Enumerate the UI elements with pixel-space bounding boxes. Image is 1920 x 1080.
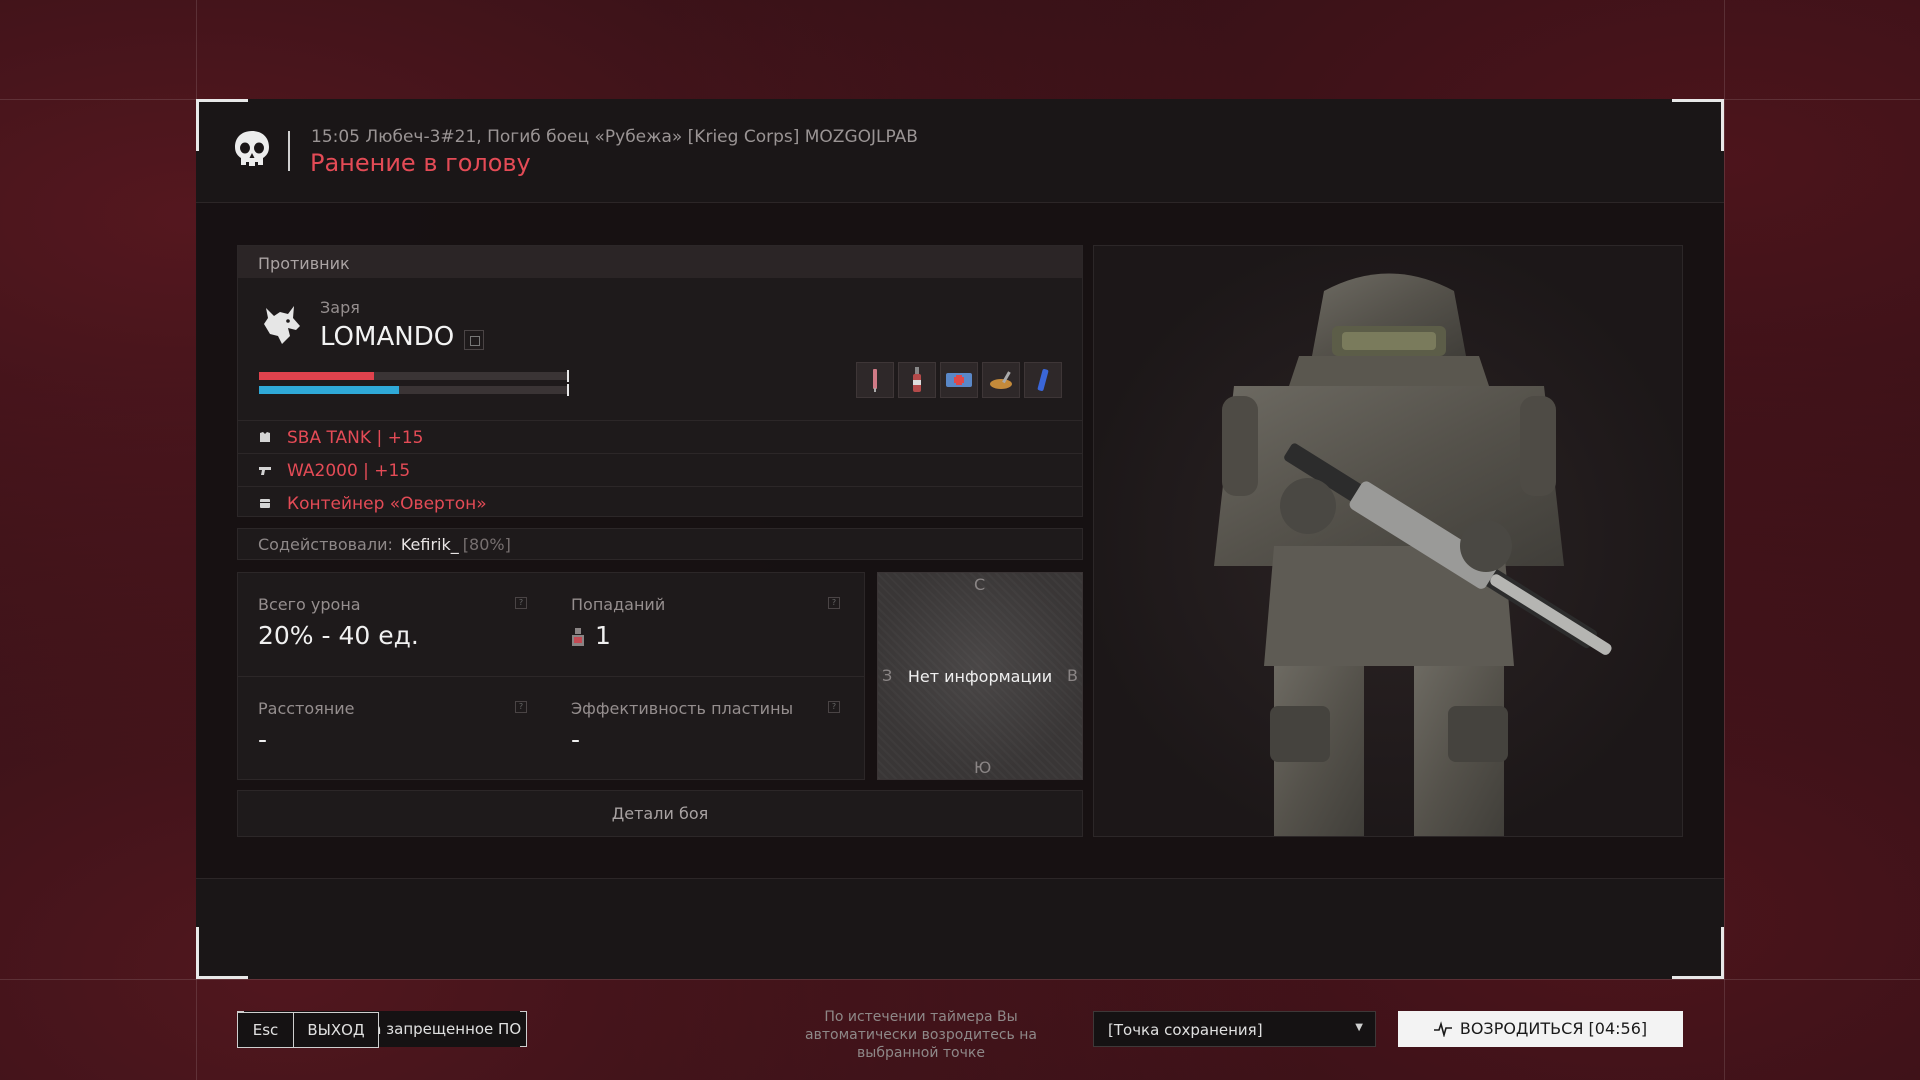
stat-hits-label: Попаданий (571, 595, 666, 614)
enemy-card: Противник Заря LOMANDO SBA TANK | +15 WA… (237, 245, 1083, 517)
pulse-icon (1433, 1021, 1452, 1038)
frame-corner (1672, 927, 1724, 979)
stat-total-damage: Всего урона 20% - 40 ед. ? (238, 573, 551, 676)
respawn-button[interactable]: ВОЗРОДИТЬСЯ [04:56] (1398, 1011, 1683, 1047)
medkit-icon (940, 362, 978, 398)
bg-guide-line (1724, 0, 1725, 1080)
gear-container-label: Контейнер «Овертон» (287, 494, 487, 514)
enemy-section-title: Противник (238, 246, 1082, 278)
rifle-icon (259, 467, 271, 475)
assist-player-name: Kefirik_ (400, 535, 459, 554)
damage-stats: Всего урона 20% - 40 ед. ? Попаданий 1 ?… (237, 572, 865, 780)
chevron-down-icon: ▼ (1355, 1022, 1363, 1033)
respawn-button-label: ВОЗРОДИТЬСЯ [04:56] (1459, 1019, 1648, 1038)
assist-row: Содействовали: Kefirik_ [80%] (237, 528, 1083, 560)
info-icon[interactable]: ? (515, 701, 527, 713)
spawn-point-select[interactable]: [Точка сохранения] ▼ (1093, 1011, 1376, 1047)
stat-distance-value: - (258, 725, 268, 754)
armor-bar-fill (259, 386, 399, 394)
soldier-image (1214, 273, 1612, 836)
health-bar-fill (259, 372, 374, 380)
bg-guide-line (0, 979, 1920, 980)
exit-button[interactable]: ВЫХОД (293, 1012, 379, 1048)
enemy-name: LOMANDO (320, 322, 455, 352)
stimulant-icon (1024, 362, 1062, 398)
stat-hits-value: 1 (595, 621, 611, 650)
enemy-character-model (1093, 245, 1683, 837)
exit-control: Esc ВЫХОД (237, 1012, 379, 1048)
frame-corner (196, 927, 248, 979)
death-cause: Ранение в голову (310, 149, 531, 177)
gear-row-container: Контейнер «Овертон» (238, 486, 1082, 519)
minimap-no-info: Нет информации (907, 667, 1053, 686)
info-icon[interactable]: ? (515, 597, 527, 609)
faction-wolf-icon (264, 306, 300, 344)
gear-armor-label: SBA TANK | +15 (287, 428, 424, 448)
assist-percent: [80%] (462, 535, 511, 554)
food-icon (982, 362, 1020, 398)
enemy-quick-items (856, 362, 1062, 398)
compass-north: С (974, 575, 986, 594)
death-header: 15:05 Любеч-3#21, Погиб боец «Рубежа» [K… (196, 99, 1724, 203)
stat-hits-value-row: 1 (571, 621, 611, 650)
respawn-footer: Пожаловаться на запрещенное ПО По истече… (196, 878, 1724, 1061)
spawn-point-selected: [Точка сохранения] (1108, 1021, 1263, 1039)
gear-weapon-label: WA2000 | +15 (287, 461, 411, 481)
frame-corner (1672, 99, 1724, 151)
stat-hits: Попаданий 1 ? (551, 573, 864, 676)
frame-corner (196, 99, 248, 151)
header-separator (288, 131, 290, 171)
stat-plate-efficiency-label: Эффективность пластины (571, 699, 794, 718)
armor-bar-end (567, 384, 569, 396)
assist-label: Содействовали: (258, 535, 393, 554)
esc-key-hint[interactable]: Esc (237, 1012, 293, 1048)
respawn-timer-note: По истечении таймера Вы автоматически во… (805, 1009, 1037, 1061)
stat-distance: Расстояние - ? (238, 677, 551, 780)
body-hit-icon (572, 628, 584, 646)
armor-icon (260, 432, 270, 442)
death-minimap: С З В Ю Нет информации (877, 572, 1083, 780)
armor-bar (259, 384, 569, 396)
syringe-icon (856, 362, 894, 398)
kill-feed-line: 15:05 Любеч-3#21, Погиб боец «Рубежа» [K… (311, 127, 918, 147)
info-icon[interactable]: ? (828, 597, 840, 609)
info-icon[interactable]: ? (828, 701, 840, 713)
health-bar (259, 370, 569, 382)
battle-details-button[interactable]: Детали боя (237, 790, 1083, 837)
compass-south: Ю (974, 758, 992, 777)
health-bar-end (567, 370, 569, 382)
gear-row-armor: SBA TANK | +15 (238, 420, 1082, 453)
enemy-faction: Заря (320, 298, 360, 317)
stat-plate-efficiency-value: - (571, 725, 581, 754)
stat-plate-efficiency: Эффективность пластины - ? (551, 677, 864, 780)
stat-total-damage-value: 20% - 40 ед. (258, 621, 419, 650)
stat-distance-label: Расстояние (258, 699, 355, 718)
copy-name-button[interactable] (464, 330, 484, 350)
bottle-icon (898, 362, 936, 398)
death-screen-panel: 15:05 Любеч-3#21, Погиб боец «Рубежа» [K… (196, 99, 1724, 1061)
container-icon (260, 499, 270, 508)
stat-total-damage-label: Всего урона (258, 595, 361, 614)
gear-row-weapon: WA2000 | +15 (238, 453, 1082, 486)
